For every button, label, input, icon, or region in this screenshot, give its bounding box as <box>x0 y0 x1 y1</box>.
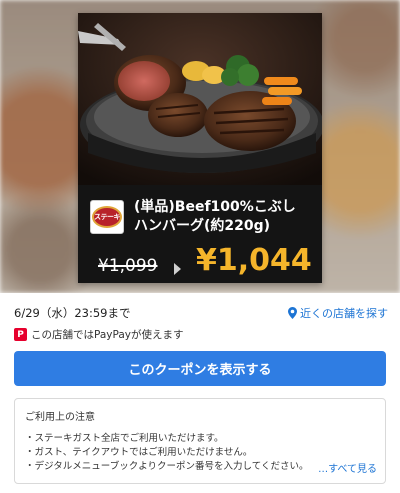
coupon-card[interactable]: ステーキ (単品)Beef100%こぶし ハンバーグ(約220g) ¥1,099… <box>78 13 322 283</box>
coupon-info: ステーキ (単品)Beef100%こぶし ハンバーグ(約220g) ¥1,099… <box>78 185 322 283</box>
nearby-link-label: 近くの店舗を探す <box>300 307 388 320</box>
old-price: ¥1,099 <box>98 256 158 276</box>
new-price: ¥1,044 <box>196 243 312 278</box>
expiry-row: 6/29（水）23:59まで 近くの店舗を探す <box>14 305 388 321</box>
show-coupon-button[interactable]: このクーポンを表示する <box>14 351 386 386</box>
price-arrow-icon <box>174 263 181 275</box>
item-name: (単品)Beef100%こぶし ハンバーグ(約220g) <box>134 198 318 236</box>
item-name-line2: ハンバーグ(約220g) <box>134 218 271 234</box>
usage-notes-box: ご利用上の注意 ・ステーキガスト全店でご利用いただけます。 ・ガスト、テイクアウ… <box>14 398 386 484</box>
find-nearby-store-link[interactable]: 近くの店舗を探す <box>288 305 388 321</box>
paypay-icon: P <box>14 328 27 341</box>
usage-note-item: ・ステーキガスト全店でご利用いただけます。 <box>25 433 224 444</box>
hamburg-steak-photo <box>78 13 322 185</box>
expiry-date: 6/29（水）23:59まで <box>14 306 131 320</box>
coupon-details-panel: 6/29（水）23:59まで 近くの店舗を探す P この店舗ではPayPayが使… <box>0 293 400 493</box>
see-all-link[interactable]: …すべて見る <box>302 460 377 475</box>
steak-gusto-logo: ステーキ <box>90 200 124 234</box>
location-pin-icon <box>288 307 297 319</box>
paypay-text: この店舗ではPayPayが使えます <box>31 329 184 341</box>
usage-notes-title: ご利用上の注意 <box>25 412 95 423</box>
usage-note-item: ・ガスト、テイクアウトではご利用いただけません。 <box>25 447 253 458</box>
item-name-line1: (単品)Beef100%こぶし <box>134 199 296 215</box>
logo-text: ステーキ <box>94 213 121 221</box>
paypay-notice: P この店舗ではPayPayが使えます <box>14 327 184 342</box>
